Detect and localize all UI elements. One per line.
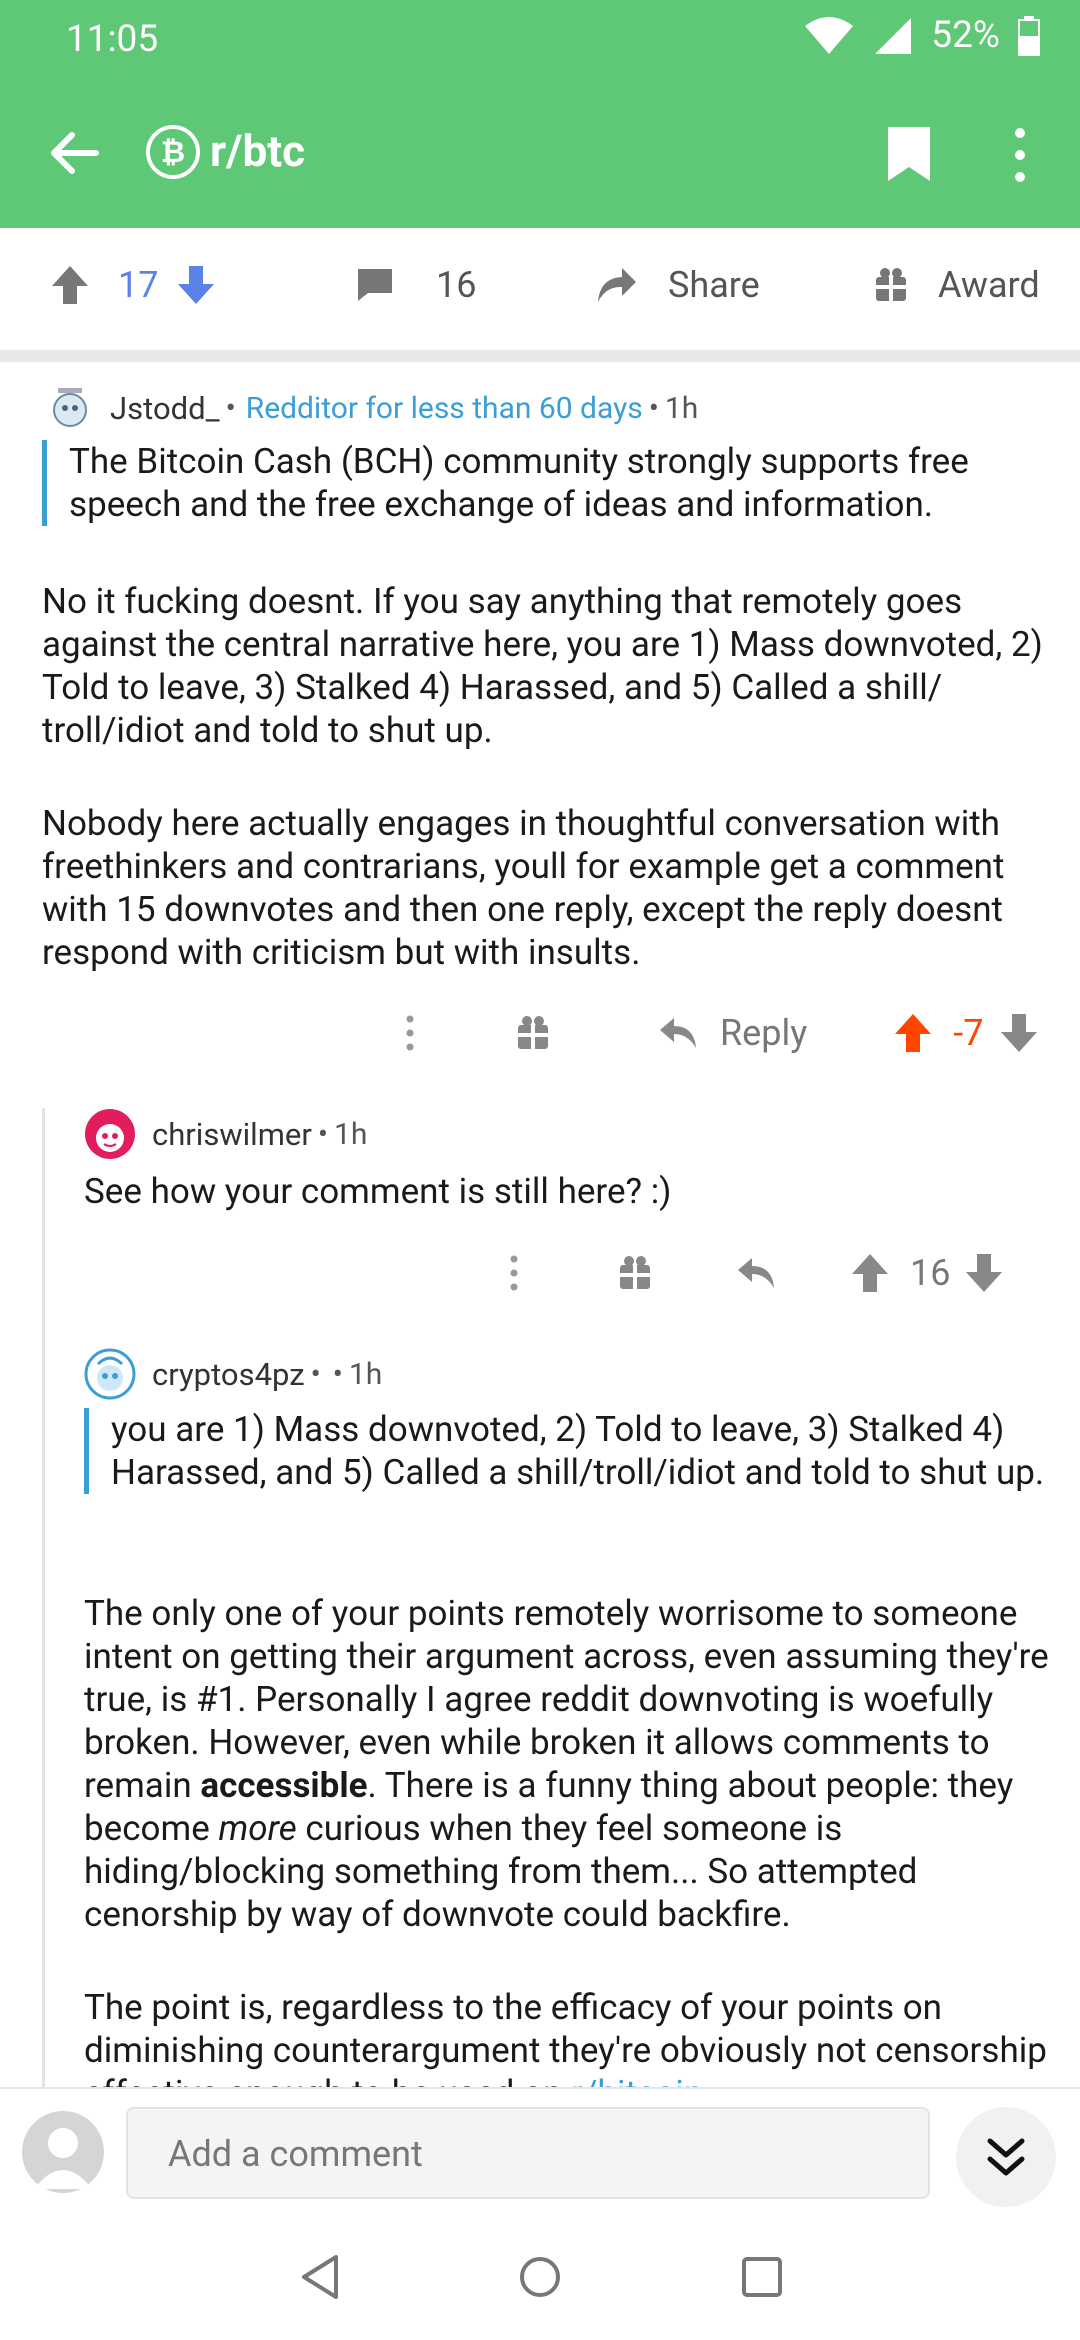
avatar[interactable]	[84, 1348, 136, 1400]
comment-paragraph: The point is, regardless to the efficacy…	[84, 1986, 1074, 2087]
avatar[interactable]	[50, 386, 90, 430]
comment-author[interactable]: chriswilmer	[152, 1116, 312, 1153]
comment-age: 1h	[664, 390, 699, 426]
comment-age: 1h	[333, 1116, 368, 1152]
battery-percent: 52%	[931, 14, 1000, 57]
comment-score: -7	[953, 1012, 984, 1054]
post-action-bar: 17 16 Share Award	[0, 228, 1080, 362]
avatar[interactable]	[84, 1108, 136, 1160]
separator-dot: •	[332, 1356, 343, 1392]
upvote-icon[interactable]	[850, 1252, 890, 1294]
comment-header: Jstodd_ • Redditor for less than 60 days…	[50, 386, 698, 430]
comment-author[interactable]: cryptos4pz	[152, 1356, 305, 1393]
nav-back-icon[interactable]	[298, 2253, 342, 2301]
separator-dot: •	[225, 390, 236, 426]
nav-home-icon[interactable]	[518, 2255, 562, 2299]
reply-label: Reply	[720, 1012, 808, 1054]
quote-block: The Bitcoin Cash (BCH) community strongl…	[42, 440, 1059, 526]
comment-paragraph: No it fucking doesnt. If you say anythin…	[42, 581, 1043, 751]
bold-text: accessible	[200, 1765, 368, 1806]
gift-icon	[876, 268, 906, 301]
comment-paragraph: The only one of your points remotely wor…	[84, 1592, 1074, 1936]
comment-header: chriswilmer • 1h	[84, 1108, 367, 1160]
battery-icon	[1018, 15, 1040, 56]
comment-header: cryptos4pz • • 1h	[84, 1348, 382, 1400]
bookmark-icon[interactable]	[886, 125, 932, 183]
status-bar: 11:05 52%	[0, 0, 1080, 82]
system-nav-bar	[0, 2213, 1080, 2340]
comment-composer: Add a comment	[0, 2087, 1080, 2215]
comment-author[interactable]: Jstodd_	[110, 390, 220, 427]
downvote-icon[interactable]	[964, 1252, 1004, 1294]
double-chevron-down-icon	[987, 2138, 1025, 2176]
italic-text: more	[218, 1808, 297, 1849]
comment-actions: 16	[494, 1252, 1004, 1294]
subreddit-link[interactable]: r/bitcoin	[571, 2073, 703, 2087]
share-button[interactable]: Share	[596, 264, 760, 306]
comments-button[interactable]: 16	[356, 264, 476, 306]
gift-icon[interactable]	[516, 1015, 550, 1051]
comment-age: 1h	[348, 1356, 383, 1392]
bitcoin-icon: ₿	[146, 125, 200, 179]
clock: 11:05	[66, 18, 159, 61]
toolbar: ₿ r/btc	[0, 95, 1080, 210]
wifi-icon	[805, 16, 854, 54]
vote-group: 17	[50, 264, 216, 306]
downvote-icon[interactable]	[176, 264, 216, 306]
reply-button[interactable]: Reply	[658, 1012, 807, 1054]
separator-dot: •	[310, 1356, 321, 1392]
reply-arrow-icon	[660, 1018, 696, 1048]
user-flair: Redditor for less than 60 days	[245, 390, 643, 426]
share-label: Share	[668, 264, 760, 306]
comment-bubble-icon	[358, 269, 392, 301]
award-button[interactable]: Award	[874, 264, 1040, 306]
nav-recents-icon[interactable]	[740, 2255, 784, 2299]
upvote-icon[interactable]	[50, 264, 90, 306]
back-arrow-icon[interactable]	[44, 123, 104, 183]
gift-icon[interactable]	[618, 1255, 652, 1291]
comment-paragraph: Nobody here actually engages in thoughtf…	[42, 803, 1005, 973]
avatar[interactable]	[22, 2111, 104, 2193]
post-score: 17	[118, 264, 159, 306]
user-silhouette-icon	[34, 2128, 92, 2189]
comment-body: No it fucking doesnt. If you say anythin…	[42, 580, 1062, 1024]
signal-icon	[875, 17, 912, 54]
more-options-icon[interactable]	[494, 1253, 534, 1293]
comment-body: See how your comment is still here? :)	[84, 1171, 672, 1212]
reply-arrow-icon[interactable]	[736, 1256, 776, 1290]
more-options-icon[interactable]	[390, 1013, 430, 1053]
text-run: The point is, regardless to the efficacy…	[84, 1987, 1047, 2087]
comment-body: The only one of your points remotely wor…	[84, 1592, 1074, 2087]
comment-count: 16	[436, 264, 477, 306]
award-label: Award	[938, 264, 1040, 306]
share-arrow-icon	[598, 268, 636, 302]
comment-actions: Reply -7	[390, 1012, 1039, 1054]
jump-down-button[interactable]	[956, 2107, 1056, 2207]
subreddit-name[interactable]: r/btc	[210, 125, 305, 177]
comment-score: 16	[910, 1252, 951, 1294]
upvote-icon[interactable]	[893, 1012, 933, 1054]
thread-line	[42, 1108, 45, 2087]
more-options-icon[interactable]	[1005, 125, 1035, 185]
comment-input[interactable]: Add a comment	[126, 2107, 930, 2199]
separator-dot: •	[648, 390, 659, 426]
separator-dot: •	[317, 1116, 328, 1152]
quote-block: you are 1) Mass downvoted, 2) Told to le…	[84, 1408, 1061, 1494]
downvote-icon[interactable]	[999, 1012, 1039, 1054]
comments-list: Jstodd_ • Redditor for less than 60 days…	[0, 362, 1080, 2087]
